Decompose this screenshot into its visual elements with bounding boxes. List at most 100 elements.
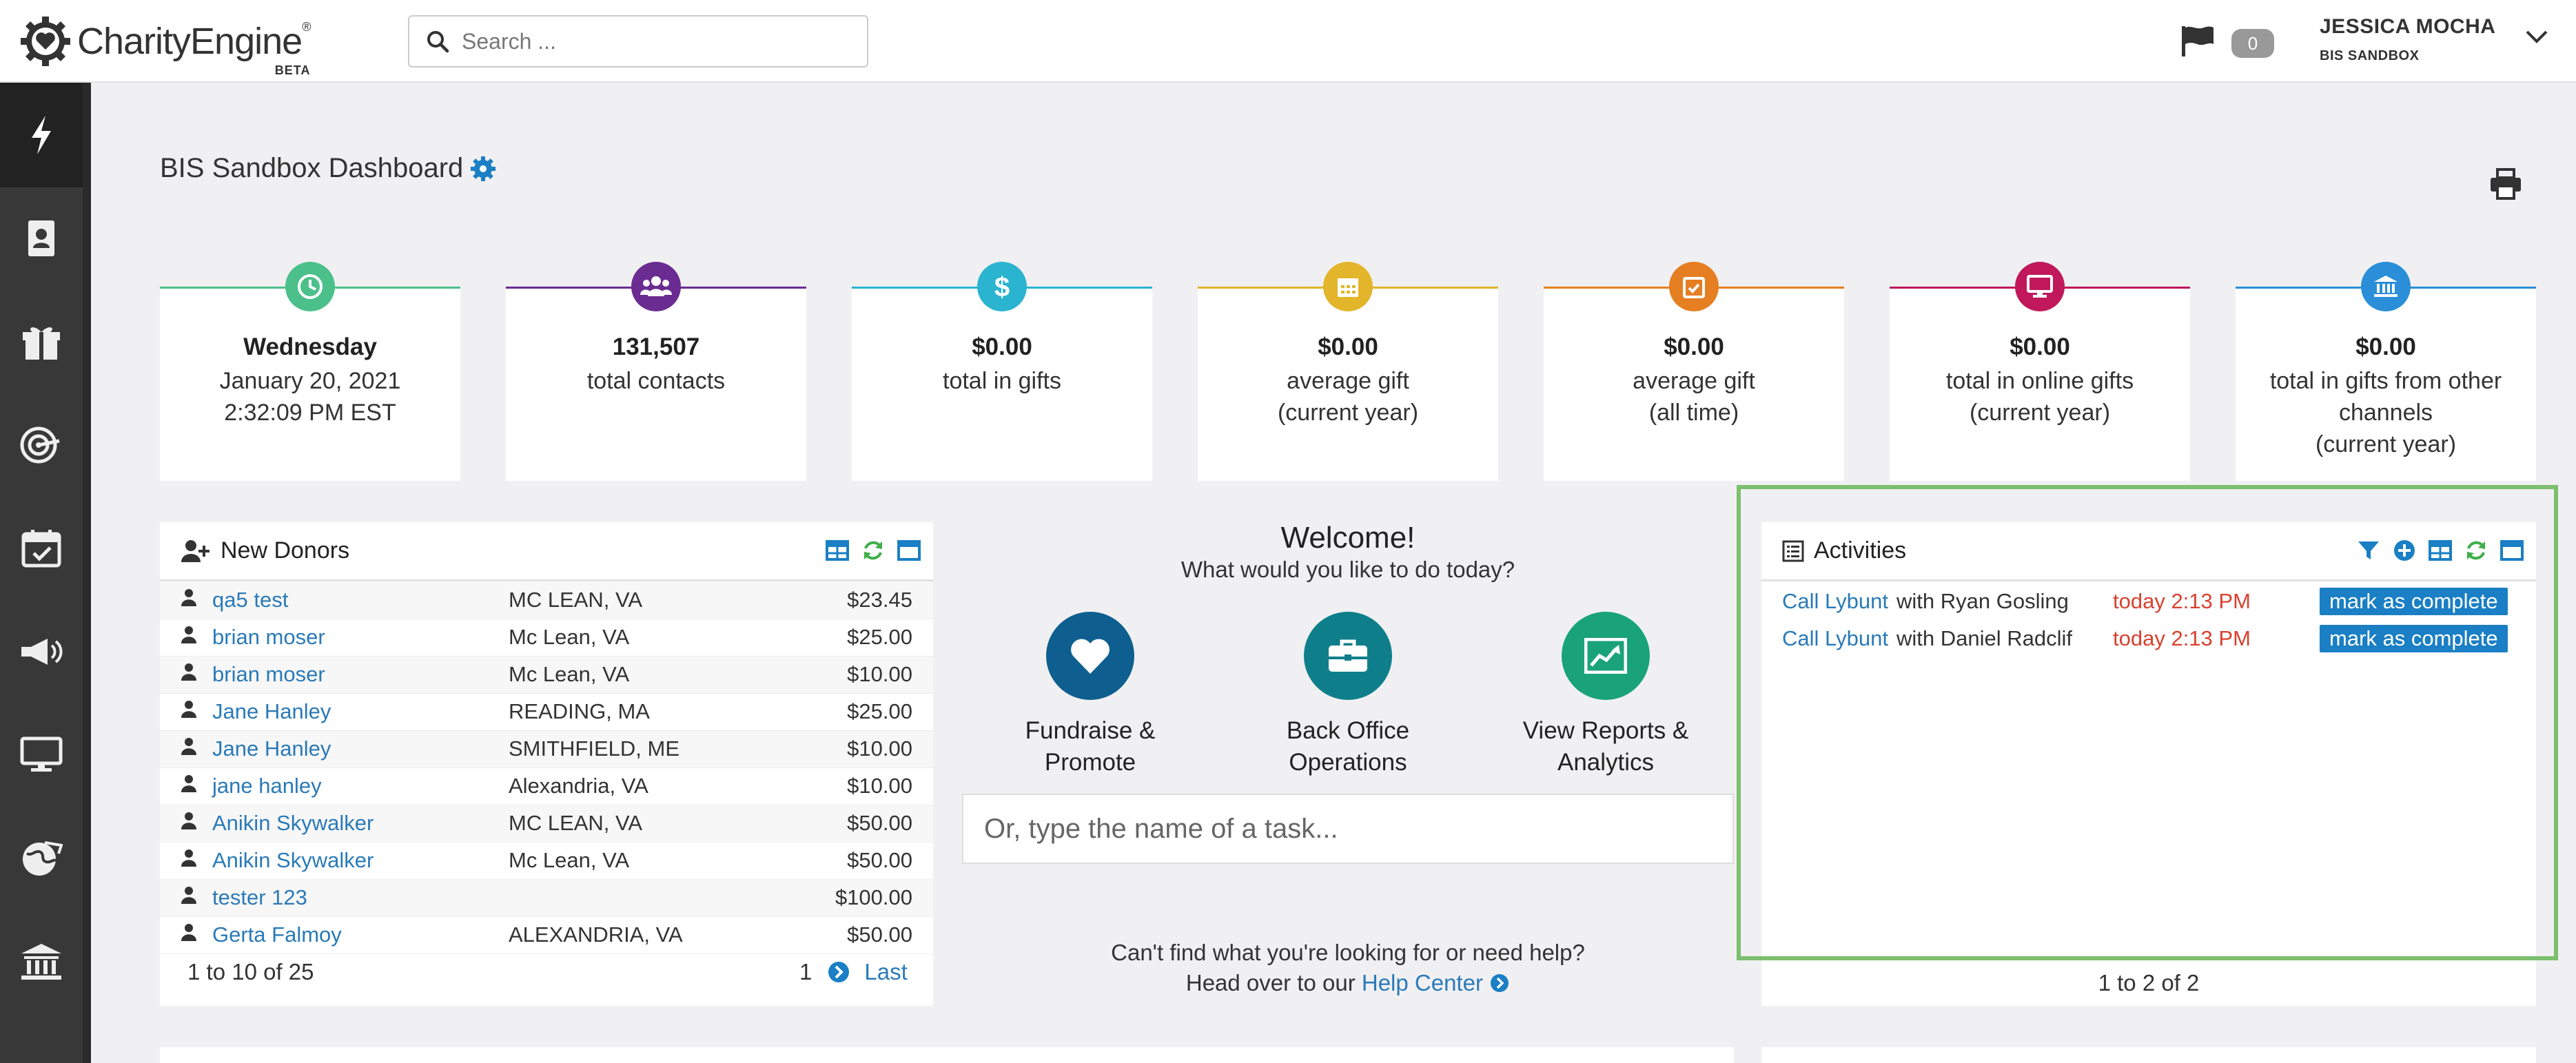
donor-amount: $50.00	[847, 848, 912, 872]
stat-label-line: 2:32:09 PM EST	[224, 400, 396, 426]
donor-location: Mc Lean, VA	[509, 848, 630, 872]
action-view-reports[interactable]: View Reports & Analytics	[1502, 612, 1709, 778]
action-label-line: Back Office	[1286, 717, 1410, 744]
filter-icon[interactable]	[2357, 539, 2380, 562]
maximize-window-icon[interactable]	[897, 539, 921, 562]
activities-count: 1 to 2 of 2	[2098, 970, 2200, 995]
notification-count-badge[interactable]: 0	[2231, 29, 2274, 58]
stat-value: $0.00	[1318, 333, 1378, 360]
refresh-icon[interactable]	[2464, 539, 2488, 562]
person-icon-cell	[160, 619, 212, 656]
stat-card-online-gifts: $0.00 total in online gifts (current yea…	[1890, 262, 2190, 481]
donor-location: MC LEAN, VA	[509, 581, 798, 619]
sidebar-item-gifts[interactable]	[0, 289, 83, 394]
flag-icon[interactable]	[2180, 25, 2215, 58]
sidebar-item-events[interactable]	[0, 496, 83, 601]
charityengine-logo[interactable]: CharityEngine® BETA	[19, 12, 311, 77]
task-search-input[interactable]	[962, 794, 1734, 864]
stat-label-line: January 20, 2021	[219, 368, 401, 394]
donor-name-link[interactable]: brian moser	[212, 619, 509, 656]
svg-text:$: $	[994, 272, 1010, 302]
sidebar-item-contacts[interactable]	[0, 186, 83, 291]
stat-value: $0.00	[2010, 333, 2070, 360]
action-back-office[interactable]: Back Office Operations	[1245, 612, 1451, 778]
stat-label: total contacts	[506, 365, 806, 397]
stat-label-line: average gift	[1633, 368, 1755, 394]
bottom-panel-right	[1761, 1047, 2536, 1063]
person-icon	[181, 588, 196, 606]
maximize-window-icon[interactable]	[2500, 539, 2524, 562]
person-icon	[181, 812, 196, 829]
add-circle-icon[interactable]	[2393, 539, 2416, 562]
sidebar-item-campaigns[interactable]	[0, 393, 83, 497]
chevron-down-icon[interactable]	[2525, 29, 2548, 44]
dollar-icon: $	[977, 262, 1027, 311]
registered-mark: ®	[302, 20, 311, 34]
stat-card-other-channels: $0.00 total in gifts from other channels…	[2236, 262, 2536, 481]
person-icon-cell	[160, 916, 212, 953]
welcome-subtitle: What would you like to do today?	[1180, 557, 1515, 582]
help-line: Head over to our Help Center	[962, 970, 1734, 996]
sidebar-item-web[interactable]	[0, 806, 83, 911]
stat-card-avg-gift-all-time: $0.00 average gift (all time)	[1544, 262, 1844, 481]
search-input[interactable]	[462, 28, 848, 54]
sidebar-item-online[interactable]	[0, 703, 83, 807]
activities-tools	[2357, 539, 2524, 562]
help-center-label: Help Center	[1361, 970, 1483, 995]
calendar-check-icon	[1669, 262, 1719, 311]
donor-name-link[interactable]: Anikin Skywalker	[212, 805, 509, 842]
stat-label-line: total in gifts	[943, 368, 1061, 394]
activity-link[interactable]: Call Lybunt	[1782, 626, 1888, 651]
search-box[interactable]	[408, 15, 868, 68]
last-page-link[interactable]: Last	[864, 959, 907, 985]
table-view-icon[interactable]	[826, 539, 849, 562]
donor-name-link[interactable]: Jane Hanley	[212, 693, 509, 730]
activity-row: Call Lybunt with Ryan Gosling today 2:13…	[1761, 583, 2536, 620]
mark-complete-button[interactable]: mark as complete	[2320, 588, 2508, 615]
person-icon-cell	[160, 730, 212, 767]
person-icon-cell	[160, 805, 212, 842]
action-label: Back Office Operations	[1245, 715, 1451, 778]
new-donors-header: New Donors	[160, 522, 933, 581]
table-view-icon[interactable]	[2429, 539, 2452, 562]
page-number[interactable]: 1	[799, 959, 812, 985]
sidebar-item-finance[interactable]	[0, 909, 83, 1014]
refresh-icon[interactable]	[861, 539, 885, 562]
donor-name-link[interactable]: brian moser	[212, 656, 509, 693]
donor-amount: $25.00	[847, 625, 912, 649]
table-row: Jane Hanley READING, MA $25.00	[160, 693, 933, 730]
donor-name-link[interactable]: Gerta Falmoy	[212, 916, 509, 953]
donor-name-link[interactable]: tester 123	[212, 879, 509, 916]
person-icon	[181, 849, 196, 867]
user-org[interactable]: BIS SANDBOX	[2320, 48, 2419, 64]
stat-label-line: total in online gifts	[1945, 368, 2134, 394]
stat-value: $0.00	[1664, 333, 1724, 360]
top-bar: CharityEngine® BETA 0 JESSICA MOCHA BIS …	[0, 0, 2576, 83]
stat-card-avg-gift-current: $0.00 average gift (current year)	[1198, 262, 1498, 481]
stat-label-line: (current year)	[1277, 400, 1419, 426]
new-donors-tools	[826, 539, 921, 562]
stat-label: total in gifts	[852, 365, 1152, 397]
action-fundraise-promote[interactable]: Fundraise & Promote	[987, 612, 1194, 778]
chart-icon	[1562, 612, 1650, 700]
help-center-link[interactable]: Help Center	[1362, 970, 1510, 995]
user-name[interactable]: JESSICA MOCHA	[2320, 15, 2495, 39]
print-icon[interactable]	[2489, 168, 2522, 200]
list-icon	[1782, 540, 1804, 561]
person-icon	[181, 738, 196, 755]
activity-link[interactable]: Call Lybunt	[1782, 589, 1888, 614]
stat-label: total in gifts from other channels (curr…	[2236, 365, 2536, 460]
mark-complete-button[interactable]: mark as complete	[2320, 625, 2508, 652]
next-page-icon[interactable]	[827, 960, 850, 984]
stat-value: $0.00	[2355, 333, 2416, 360]
gear-icon[interactable]	[470, 156, 496, 182]
app-name: CharityEngine	[77, 21, 303, 62]
person-icon	[181, 663, 196, 681]
sidebar-item-dashboard[interactable]	[0, 83, 83, 187]
sidebar-item-marketing[interactable]	[0, 599, 83, 704]
donor-location: READING, MA	[509, 699, 650, 723]
donor-name-link[interactable]: Jane Hanley	[212, 730, 509, 767]
donor-name-link[interactable]: qa5 test	[212, 581, 509, 619]
donor-name-link[interactable]: Anikin Skywalker	[212, 842, 509, 879]
donor-name-link[interactable]: jane hanley	[212, 767, 509, 805]
